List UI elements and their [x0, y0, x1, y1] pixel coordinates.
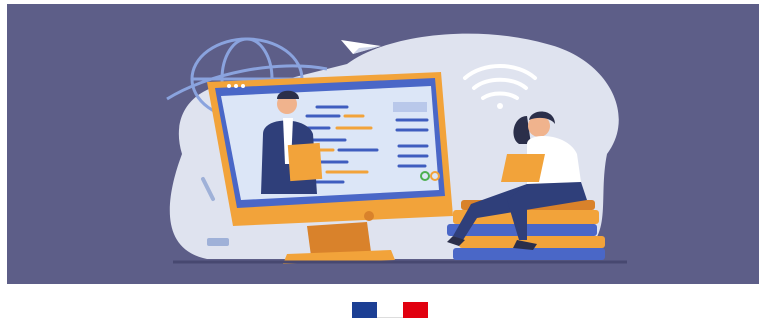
flag-white [377, 302, 403, 318]
usb-icon [207, 238, 229, 246]
flag-blue [352, 302, 378, 318]
online-learning-illustration [166, 33, 627, 264]
flag-red [402, 302, 428, 318]
hero-banner [7, 4, 759, 284]
french-republic-flag-logo [352, 302, 428, 318]
